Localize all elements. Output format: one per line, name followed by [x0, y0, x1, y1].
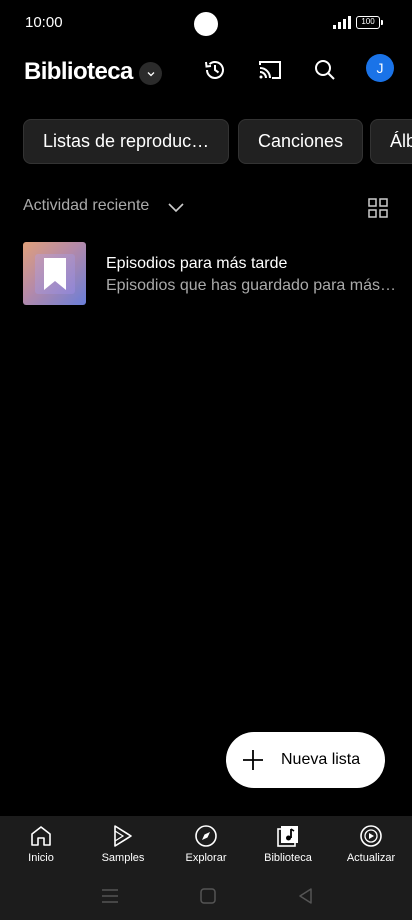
status-bar: 10:00 100 [0, 0, 412, 46]
back-icon[interactable] [296, 886, 316, 906]
nav-item-samples[interactable]: Samples [82, 816, 164, 872]
history-button[interactable] [200, 55, 230, 85]
plus-icon [243, 750, 263, 770]
new-playlist-button[interactable]: Nueva lista [226, 732, 385, 788]
nav-label: Biblioteca [264, 852, 312, 864]
chip-playlists[interactable]: Listas de reproduc… [23, 119, 230, 164]
home-icon [31, 826, 51, 846]
bookmark-icon [43, 257, 66, 290]
chip-songs[interactable]: Canciones [238, 119, 364, 164]
battery-level: 100 [361, 17, 375, 26]
nav-item-upgrade[interactable]: Actualizar [330, 816, 412, 872]
item-subtitle: Episodios que has guardado para más… [106, 277, 396, 294]
chip-label: Álb [390, 131, 412, 151]
cast-button[interactable] [255, 55, 285, 85]
bottom-nav: Inicio Samples Explorar Biblioteca Actua… [0, 816, 412, 872]
menu-icon[interactable] [100, 886, 120, 906]
search-button[interactable] [310, 55, 340, 85]
nav-label: Explorar [185, 852, 227, 864]
chevron-down-icon [147, 71, 154, 76]
search-icon [315, 60, 335, 80]
sort-dropdown-label[interactable]: Actividad reciente [23, 197, 149, 215]
chip-label: Canciones [258, 131, 344, 151]
nav-item-library[interactable]: Biblioteca [247, 816, 329, 872]
home-button-icon[interactable] [198, 886, 218, 906]
cast-icon [259, 61, 281, 79]
battery-icon: 100 [356, 16, 383, 29]
signal-icon [333, 16, 351, 29]
filter-chips: Listas de reproduc… Canciones Álb [23, 119, 412, 164]
list-item[interactable]: Episodios para más tarde Episodios que h… [23, 242, 396, 306]
library-icon [277, 826, 298, 847]
recent-activity-header: Actividad reciente [23, 194, 389, 220]
samples-icon [114, 825, 132, 847]
chip-albums[interactable]: Álb [370, 119, 412, 164]
chevron-down-icon[interactable] [166, 197, 186, 217]
item-title: Episodios para más tarde [106, 255, 288, 272]
avatar[interactable]: J [366, 54, 394, 82]
page-title: Biblioteca [24, 58, 133, 85]
header: Biblioteca J [0, 50, 412, 94]
nav-item-explore[interactable]: Explorar [165, 816, 247, 872]
status-time: 10:00 [25, 14, 63, 31]
title-dropdown-button[interactable] [139, 62, 162, 85]
system-nav-bar [0, 872, 412, 920]
nav-label: Actualizar [346, 852, 396, 864]
history-icon [205, 61, 224, 79]
upgrade-icon [360, 825, 382, 847]
nav-item-home[interactable]: Inicio [0, 816, 82, 872]
avatar-letter: J [376, 60, 384, 76]
new-playlist-label: Nueva lista [281, 751, 361, 768]
nav-label: Inicio [28, 852, 54, 864]
compass-icon [195, 825, 217, 847]
chip-label: Listas de reproduc… [43, 131, 210, 151]
camera-cutout [194, 12, 218, 36]
saved-episodes-thumbnail [23, 242, 86, 305]
nav-label: Samples [101, 852, 145, 864]
grid-view-icon[interactable] [368, 198, 388, 218]
